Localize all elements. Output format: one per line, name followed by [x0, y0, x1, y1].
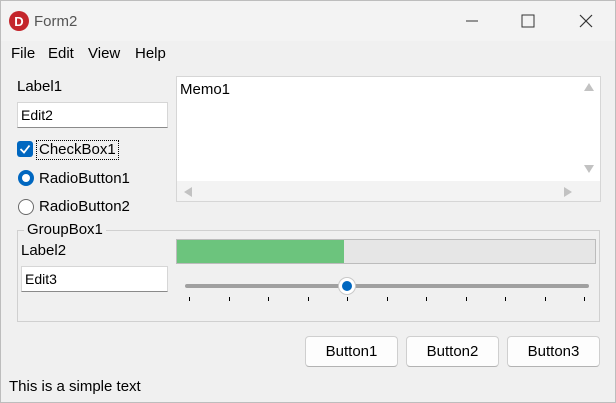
- edit3-field[interactable]: Edit3: [21, 266, 168, 292]
- title-bar[interactable]: D Form2: [1, 1, 615, 41]
- scroll-left-arrow-icon[interactable]: [184, 187, 192, 197]
- scroll-up-arrow-icon[interactable]: [584, 83, 594, 91]
- button3[interactable]: Button3: [507, 336, 600, 367]
- slider-tick: [426, 297, 427, 301]
- menu-view[interactable]: View: [88, 45, 120, 62]
- radiobutton2-label[interactable]: RadioButton2: [39, 198, 130, 215]
- slider-tick: [544, 297, 546, 301]
- maximize-button[interactable]: [505, 1, 551, 41]
- groupbox1-title: GroupBox1: [24, 221, 106, 238]
- slider-tick: [386, 297, 388, 301]
- checkbox1-label[interactable]: CheckBox1: [36, 140, 119, 160]
- button1[interactable]: Button1: [305, 336, 398, 367]
- scroll-down-arrow-icon[interactable]: [584, 165, 594, 173]
- minimize-icon: [466, 20, 478, 22]
- minimize-button[interactable]: [449, 1, 495, 41]
- slider-track[interactable]: [185, 284, 589, 288]
- slider-tick: [584, 297, 585, 301]
- label1: Label1: [17, 78, 63, 95]
- window-title: Form2: [34, 13, 78, 30]
- radiobutton2[interactable]: [18, 199, 34, 215]
- checkbox-checked-icon[interactable]: [17, 141, 33, 157]
- menu-bar: File Edit View Help: [1, 41, 615, 66]
- scrollbar-corner: [578, 181, 600, 201]
- maximize-icon: [521, 14, 535, 28]
- memo-text[interactable]: Memo1: [180, 81, 230, 98]
- form-window: D Form2 File Edit View Help Label1 Edit2…: [0, 0, 616, 403]
- button2[interactable]: Button2: [406, 336, 499, 367]
- slider-tick: [307, 297, 309, 301]
- memo-horizontal-scrollbar[interactable]: [177, 181, 579, 201]
- memo1[interactable]: Memo1: [176, 76, 601, 202]
- slider-tick: [505, 297, 506, 301]
- edit2-field[interactable]: Edit2: [17, 102, 168, 128]
- menu-edit[interactable]: Edit: [48, 45, 74, 62]
- slider-tick: [465, 297, 467, 301]
- slider-tick: [347, 297, 348, 301]
- slider-tick: [268, 297, 269, 301]
- label2: Label2: [21, 242, 67, 259]
- slider-tick: [189, 297, 190, 301]
- menu-file[interactable]: File: [11, 45, 35, 62]
- close-button[interactable]: [563, 1, 609, 41]
- menu-help[interactable]: Help: [135, 45, 166, 62]
- progress-bar-fill: [177, 240, 345, 263]
- radiobutton1-label[interactable]: RadioButton1: [39, 170, 130, 187]
- close-icon: [579, 14, 593, 28]
- slider-thumb[interactable]: [338, 277, 356, 295]
- status-text: This is a simple text: [9, 378, 141, 395]
- radiobutton1[interactable]: [18, 170, 34, 186]
- progress-bar: [176, 239, 596, 264]
- scroll-right-arrow-icon[interactable]: [564, 187, 572, 197]
- slider-tick: [228, 297, 230, 301]
- memo-vertical-scrollbar[interactable]: [578, 77, 600, 181]
- app-icon: D: [9, 11, 29, 31]
